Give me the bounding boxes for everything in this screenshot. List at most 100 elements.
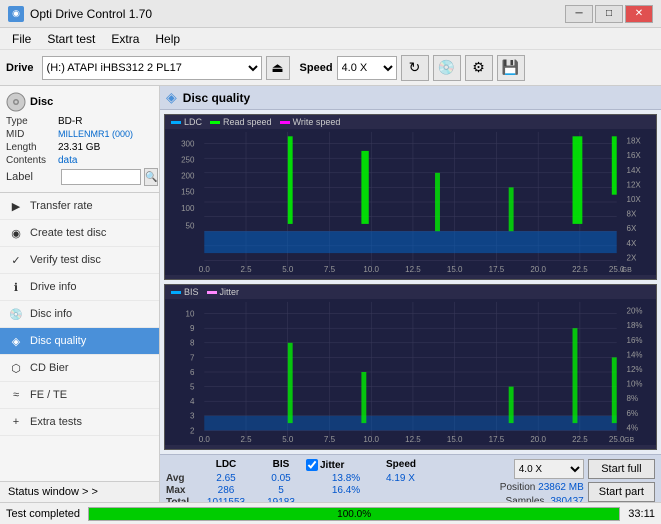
svg-text:16%: 16%	[627, 336, 643, 345]
menu-help[interactable]: Help	[147, 30, 188, 48]
maximize-button[interactable]: □	[595, 5, 623, 23]
svg-text:10.0: 10.0	[363, 265, 379, 274]
top-chart: LDC Read speed Write speed	[164, 114, 657, 280]
samples-label: Samples	[505, 496, 544, 502]
samples-row: Samples 380437	[505, 496, 583, 502]
stats-avg-label: Avg	[166, 473, 196, 484]
menu-bar: File Start test Extra Help	[0, 28, 661, 50]
stats-total-label: Total	[166, 497, 196, 502]
status-window-button[interactable]: Status window > >	[0, 481, 159, 502]
svg-text:22.5: 22.5	[572, 265, 588, 274]
samples-value: 380437	[550, 496, 583, 502]
menu-file[interactable]: File	[4, 30, 39, 48]
svg-text:100: 100	[181, 204, 195, 213]
disc-info-icon: 💿	[8, 306, 24, 322]
svg-text:15.0: 15.0	[447, 435, 463, 444]
svg-text:16X: 16X	[627, 151, 642, 160]
menu-start-test[interactable]: Start test	[39, 30, 103, 48]
nav-disc-info-label: Disc info	[30, 308, 72, 320]
svg-text:7: 7	[190, 353, 195, 362]
svg-text:250: 250	[181, 156, 195, 165]
read-legend-label: Read speed	[223, 117, 272, 127]
refresh-button[interactable]: ↻	[401, 55, 429, 81]
chart-header: ◈ Disc quality	[160, 86, 661, 110]
svg-text:5.0: 5.0	[282, 265, 294, 274]
app-icon: ◉	[8, 6, 24, 22]
chart-header-icon: ◈	[166, 89, 177, 106]
svg-text:10%: 10%	[627, 380, 643, 389]
ldc-legend-item: LDC	[171, 117, 202, 127]
verify-test-disc-icon: ✓	[8, 252, 24, 268]
top-chart-svg: 300 250 200 150 100 50 18X 16X 14X 12X 1…	[165, 129, 656, 275]
window-controls: ─ □ ✕	[565, 5, 653, 23]
read-legend-color	[210, 121, 220, 124]
stats-avg-ldc: 2.65	[196, 473, 256, 484]
jitter-checkbox-container: Jitter	[306, 459, 386, 471]
svg-text:GB: GB	[624, 437, 634, 444]
nav-disc-quality-label: Disc quality	[30, 335, 86, 347]
nav-verify-test-disc[interactable]: ✓ Verify test disc	[0, 247, 159, 274]
menu-extra[interactable]: Extra	[103, 30, 147, 48]
stats-total-bis: 19183	[256, 497, 306, 502]
svg-text:14X: 14X	[627, 166, 642, 175]
nav-extra-tests[interactable]: + Extra tests	[0, 409, 159, 436]
svg-text:6%: 6%	[627, 409, 639, 418]
svg-text:12.5: 12.5	[405, 265, 421, 274]
nav-create-test-disc-label: Create test disc	[30, 227, 106, 239]
disc-label-input[interactable]	[61, 169, 141, 185]
drive-select[interactable]: (H:) ATAPI iHBS312 2 PL17	[42, 56, 262, 80]
svg-text:150: 150	[181, 188, 195, 197]
nav-fe-te[interactable]: ≈ FE / TE	[0, 382, 159, 409]
svg-text:0.0: 0.0	[199, 435, 211, 444]
start-part-button[interactable]: Start part	[588, 482, 655, 502]
progress-bar-container: 100.0%	[88, 507, 620, 521]
save-button[interactable]: 💾	[497, 55, 525, 81]
eject-button[interactable]: ⏏	[266, 56, 290, 80]
nav-create-test-disc[interactable]: ◉ Create test disc	[0, 220, 159, 247]
settings-button[interactable]: ⚙	[465, 55, 493, 81]
disc-mid-value: MILLENMR1 (000)	[58, 129, 133, 140]
disc-mid-label: MID	[6, 129, 58, 140]
disc-type-value: BD-R	[58, 116, 82, 127]
nav-disc-quality[interactable]: ◈ Disc quality	[0, 328, 159, 355]
disc-panel-title: Disc	[30, 96, 53, 108]
disc-button[interactable]: 💿	[433, 55, 461, 81]
stats-max-ldc: 286	[196, 485, 256, 496]
sidebar: Disc Type BD-R MID MILLENMR1 (000) Lengt…	[0, 86, 160, 502]
nav-drive-info[interactable]: ℹ Drive info	[0, 274, 159, 301]
disc-length-value: 23.31 GB	[58, 142, 100, 153]
svg-text:300: 300	[181, 140, 195, 149]
svg-text:7.5: 7.5	[324, 435, 336, 444]
speed-dropdown[interactable]: 4.0 X 1.0 X 2.0 X 8.0 X	[514, 459, 584, 479]
svg-text:14%: 14%	[627, 350, 643, 359]
nav-cd-bier[interactable]: ⬡ CD Bier	[0, 355, 159, 382]
disc-label-button[interactable]: 🔍	[144, 168, 158, 186]
svg-text:18%: 18%	[627, 321, 643, 330]
stats-right-panel: 4.0 X 1.0 X 2.0 X 8.0 X Position 23862 M…	[500, 459, 584, 502]
start-full-button[interactable]: Start full	[588, 459, 655, 479]
disc-info-panel: Disc Type BD-R MID MILLENMR1 (000) Lengt…	[0, 86, 159, 193]
nav-fe-te-label: FE / TE	[30, 389, 67, 401]
nav-disc-info[interactable]: 💿 Disc info	[0, 301, 159, 328]
nav-transfer-rate[interactable]: ▶ Transfer rate	[0, 193, 159, 220]
ldc-legend-color	[171, 121, 181, 124]
close-button[interactable]: ✕	[625, 5, 653, 23]
svg-text:8: 8	[190, 339, 195, 348]
speed-select[interactable]: 4.0 X 1.0 X 2.0 X 8.0 X Max	[337, 56, 397, 80]
position-info: Position 23862 MB	[500, 482, 584, 493]
stats-avg-bis: 0.05	[256, 473, 306, 484]
svg-text:4%: 4%	[627, 423, 639, 432]
disc-type-label: Type	[6, 116, 58, 127]
disc-contents-value: data	[58, 155, 77, 166]
svg-text:20.0: 20.0	[530, 435, 546, 444]
svg-text:10: 10	[186, 310, 195, 319]
minimize-button[interactable]: ─	[565, 5, 593, 23]
toolbar: Drive (H:) ATAPI iHBS312 2 PL17 ⏏ Speed …	[0, 50, 661, 86]
position-value: 23862 MB	[538, 482, 584, 493]
ldc-legend-label: LDC	[184, 117, 202, 127]
jitter-checkbox[interactable]	[306, 459, 318, 471]
stats-avg-speed: 4.19 X	[386, 473, 415, 484]
stats-max-label: Max	[166, 485, 196, 496]
svg-text:6: 6	[190, 368, 195, 377]
fe-te-icon: ≈	[8, 387, 24, 403]
